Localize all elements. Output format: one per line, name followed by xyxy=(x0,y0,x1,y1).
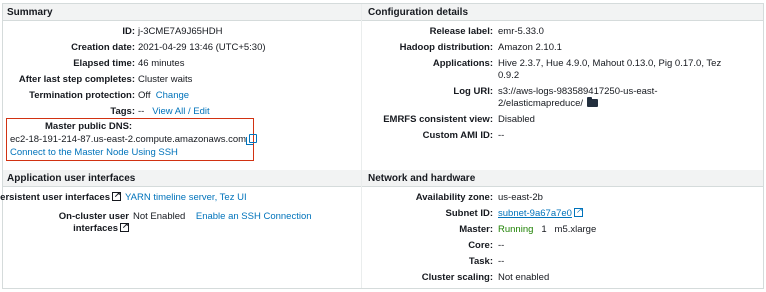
core-value: -- xyxy=(498,240,505,251)
enable-ssh-link[interactable]: Enable an SSH Connection xyxy=(196,211,312,222)
master-dns-value: ec2-18-191-214-87.us-east-2.compute.amaz… xyxy=(10,134,247,145)
summary-header: Summary xyxy=(3,4,361,21)
tags-value: -- xyxy=(138,106,145,117)
master-row: Master: Running 1 m5.xlarge xyxy=(361,224,763,236)
cluster-details-panel: Summary ID: j-3CME7A9J65HDH Creation dat… xyxy=(0,3,764,289)
applications-value-1: Hive 2.3.7, Hue 4.9.0, Mahout 0.13.0, Pi… xyxy=(498,58,722,69)
external-link-icon[interactable] xyxy=(573,205,583,217)
subnet-value-group: subnet-9a67a7e0 xyxy=(498,205,583,220)
on-cluster-ui-label-line2: interfaces xyxy=(73,223,118,234)
master-dns-highlight: Master public DNS: ec2-18-191-214-87.us-… xyxy=(6,118,258,161)
persistent-ui-link[interactable]: YARN timeline server, Tez UI xyxy=(125,192,247,204)
left-column: Summary ID: j-3CME7A9J65HDH Creation dat… xyxy=(0,4,361,288)
hadoop-value: Amazon 2.10.1 xyxy=(498,42,562,53)
termination-label: Termination protection: xyxy=(29,90,135,101)
master-label: Master: xyxy=(459,224,493,235)
after-step-value: Cluster waits xyxy=(138,74,193,85)
persistent-ui-label-group: Persistent user interfaces xyxy=(0,189,121,204)
elapsed-time-label: Elapsed time: xyxy=(73,58,135,69)
emrfs-row: EMRFS consistent view: Disabled xyxy=(361,114,763,126)
log-uri-label: Log URI: xyxy=(453,86,493,97)
master-status: Running xyxy=(498,224,534,235)
log-uri-row-2: 2/elasticmapreduce/ xyxy=(361,97,763,110)
applications-label: Applications: xyxy=(432,58,493,69)
tags-value-group: -- View All / Edit xyxy=(138,106,210,118)
creation-date-label: Creation date: xyxy=(71,42,135,53)
custom-ami-value: -- xyxy=(498,130,505,141)
id-row: ID: j-3CME7A9J65HDH xyxy=(3,26,361,38)
subnet-label: Subnet ID: xyxy=(445,208,494,219)
task-value: -- xyxy=(498,256,505,267)
copy-icon[interactable] xyxy=(246,134,258,145)
task-row: Task: -- xyxy=(361,256,763,268)
config-header: Configuration details xyxy=(362,4,763,21)
applications-row: Applications: Hive 2.3.7, Hue 4.9.0, Mah… xyxy=(361,58,763,70)
task-label: Task: xyxy=(468,256,493,267)
termination-row: Termination protection: Off Change xyxy=(3,90,361,102)
subnet-link[interactable]: subnet-9a67a7e0 xyxy=(498,208,572,219)
master-count: 1 xyxy=(541,224,547,235)
core-label: Core: xyxy=(468,240,493,251)
network-header: Network and hardware xyxy=(362,170,763,187)
applications-value-2: 0.9.2 xyxy=(498,70,520,81)
cluster-scaling-row: Cluster scaling: Not enabled xyxy=(361,272,763,284)
custom-ami-row: Custom AMI ID: -- xyxy=(361,130,763,142)
log-uri-value-2: 2/elasticmapreduce/ xyxy=(498,98,584,109)
change-termination-link[interactable]: Change xyxy=(156,90,189,101)
release-label: Release label: xyxy=(429,26,493,37)
tags-row: Tags: -- View All / Edit xyxy=(3,106,361,118)
folder-icon[interactable] xyxy=(587,97,599,107)
connect-ssh-link[interactable]: Connect to the Master Node Using SSH xyxy=(10,147,178,159)
log-uri-row: Log URI: s3://aws-logs-983589417250-us-e… xyxy=(361,86,763,98)
elapsed-time-value: 46 minutes xyxy=(138,58,185,69)
on-cluster-ui-label-line2-group: interfaces xyxy=(43,220,129,235)
right-column: Configuration details Release label: emr… xyxy=(361,4,763,288)
persistent-ui-row: Persistent user interfaces YARN timeline… xyxy=(0,189,361,204)
tags-label: Tags: xyxy=(110,106,135,117)
termination-value: Off xyxy=(138,90,151,101)
hadoop-label: Hadoop distribution: xyxy=(399,42,493,53)
hadoop-row: Hadoop distribution: Amazon 2.10.1 xyxy=(361,42,763,54)
availability-zone-value: us-east-2b xyxy=(498,192,543,203)
cluster-scaling-label: Cluster scaling: xyxy=(421,272,493,283)
view-edit-tags-link[interactable]: View All / Edit xyxy=(152,106,209,117)
subnet-row: Subnet ID: subnet-9a67a7e0 xyxy=(361,205,763,220)
emrfs-label: EMRFS consistent view: xyxy=(383,114,493,125)
external-link-icon xyxy=(120,220,129,232)
id-value: j-3CME7A9J65HDH xyxy=(138,26,223,37)
master-dns-label: Master public DNS: xyxy=(45,121,133,132)
log-uri-value-group: 2/elasticmapreduce/ xyxy=(498,97,599,110)
release-value: emr-5.33.0 xyxy=(498,26,544,37)
master-instance-type: m5.xlarge xyxy=(554,224,597,235)
termination-value-group: Off Change xyxy=(138,90,189,102)
app-interfaces-header: Application user interfaces xyxy=(3,170,361,187)
cluster-scaling-value: Not enabled xyxy=(498,272,550,283)
master-value-group: Running 1 m5.xlarge xyxy=(498,224,596,236)
applications-row-2: 0.9.2 xyxy=(361,70,763,82)
availability-zone-label: Availability zone: xyxy=(415,192,493,203)
persistent-ui-label: Persistent user interfaces xyxy=(0,192,110,203)
id-label: ID: xyxy=(122,26,135,37)
on-cluster-ui-label-line1: On-cluster user xyxy=(58,211,129,222)
on-cluster-ui-value-group: Not Enabled Enable an SSH Connection xyxy=(133,211,312,223)
on-cluster-ui-label: On-cluster user interfaces xyxy=(43,211,129,235)
log-uri-value-1: s3://aws-logs-983589417250-us-east- xyxy=(498,86,658,97)
release-row: Release label: emr-5.33.0 xyxy=(361,26,763,38)
after-step-row: After last step completes: Cluster waits xyxy=(3,74,361,86)
core-row: Core: -- xyxy=(361,240,763,252)
after-step-label: After last step completes: xyxy=(18,74,135,85)
availability-zone-row: Availability zone: us-east-2b xyxy=(361,192,763,204)
external-link-icon xyxy=(112,189,121,201)
master-dns-value-group: ec2-18-191-214-87.us-east-2.compute.amaz… xyxy=(10,134,258,146)
emrfs-value: Disabled xyxy=(498,114,535,125)
custom-ami-label: Custom AMI ID: xyxy=(422,130,493,141)
on-cluster-ui-value: Not Enabled xyxy=(133,211,186,222)
elapsed-time-row: Elapsed time: 46 minutes xyxy=(3,58,361,70)
creation-date-row: Creation date: 2021-04-29 13:46 (UTC+5:3… xyxy=(3,42,361,54)
creation-date-value: 2021-04-29 13:46 (UTC+5:30) xyxy=(138,42,266,53)
